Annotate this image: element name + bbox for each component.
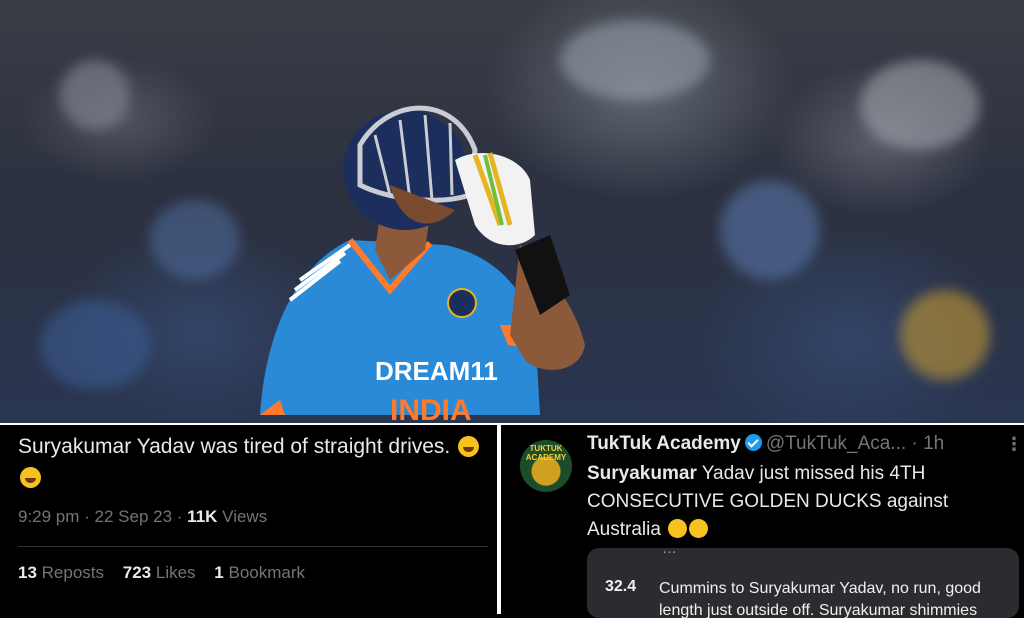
tweet-header: TukTuk Academy @TukTuk_Aca... · 1h: [587, 433, 945, 454]
jersey-sponsor: DREAM11: [375, 356, 498, 386]
exploding-head-emoji-icon: [668, 519, 688, 538]
crowd-blur: [60, 60, 130, 130]
reposts-stat[interactable]: 13 Reposts: [18, 563, 104, 582]
tweet-time[interactable]: 9:29 pm: [18, 507, 79, 526]
tweet-body-bold: Suryakumar: [587, 463, 697, 484]
crowd-blur: [900, 290, 990, 380]
crowd-blur: [720, 180, 820, 280]
verified-badge-icon: [744, 434, 762, 451]
bookmarks-stat[interactable]: 1 Bookmark: [214, 563, 305, 582]
avatar-logo-text: TUKTUK ACADEMY: [525, 444, 567, 462]
likes-stat[interactable]: 723 Likes: [123, 563, 196, 582]
laughing-emoji-icon: [458, 436, 480, 457]
account-name[interactable]: TukTuk Academy: [587, 433, 741, 454]
tweet-body: Suryakumar Yadav was tired of straight d…: [18, 435, 451, 458]
account-handle[interactable]: @TukTuk_Aca...: [766, 433, 906, 454]
tweet-age[interactable]: 1h: [923, 433, 944, 454]
crowd-blur: [40, 300, 150, 390]
tweet-date[interactable]: 22 Sep 23: [95, 507, 173, 526]
tweet-body-right: Suryakumar Yadav just missed his 4TH CON…: [587, 460, 987, 544]
crowd-blur: [860, 60, 980, 150]
laughing-emoji-icon: [20, 467, 41, 488]
quoted-commentary-card[interactable]: … 32.4 Cummins to Suryakumar Yadav, no r…: [587, 548, 1019, 618]
commentary-text: Cummins to Suryakumar Yadav, no run, goo…: [659, 580, 981, 618]
jersey-country: INDIA: [390, 394, 472, 423]
views-count: 11K: [187, 507, 218, 526]
more-options-icon[interactable]: ⋮: [1005, 434, 1023, 455]
views-label: Views: [222, 507, 268, 526]
avatar[interactable]: TUKTUK ACADEMY: [520, 440, 572, 492]
tweet-stats: 13 Reposts 723 Likes 1 Bookmark: [18, 563, 319, 583]
tweet-meta: 9:29 pm · 22 Sep 23 · 11K Views: [18, 507, 268, 526]
tweet-text: Suryakumar Yadav was tired of straight d…: [18, 431, 488, 493]
crowd-blur: [150, 200, 240, 280]
over-number: 32.4: [605, 578, 637, 595]
sad-face-emoji-icon: [689, 519, 709, 538]
quote-cut-text: …: [662, 548, 677, 557]
player-figure: DREAM11 INDIA: [260, 105, 585, 423]
separator: [18, 546, 488, 547]
match-photo: DREAM11 INDIA: [0, 0, 1024, 423]
